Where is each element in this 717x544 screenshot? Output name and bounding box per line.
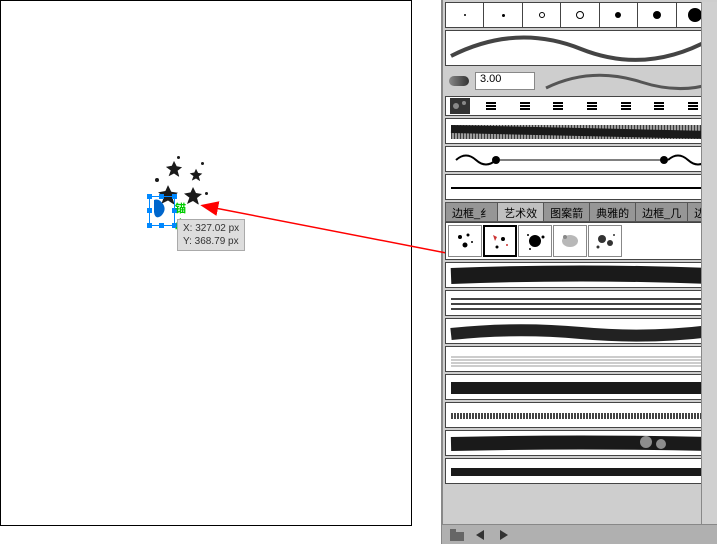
stroke-7[interactable] [445, 430, 715, 456]
next-icon[interactable] [498, 530, 508, 540]
splat-brush-row [445, 222, 715, 260]
tab-elegant[interactable]: 典雅的 [590, 203, 636, 221]
line-stroke[interactable] [445, 174, 715, 200]
scrollbar[interactable] [701, 2, 717, 544]
brush-size-row: 3.00 [445, 68, 715, 94]
folder-icon[interactable] [450, 529, 464, 541]
tab-border-2[interactable]: 边框_几 [636, 203, 688, 221]
splat-brush-5[interactable] [588, 225, 622, 257]
stroke-8[interactable] [445, 458, 715, 484]
stroke-5[interactable] [445, 374, 715, 400]
tab-artistic[interactable]: 艺术效 [498, 203, 544, 221]
dot-brushes-row [445, 2, 715, 28]
ornament-stroke[interactable] [445, 146, 715, 172]
prev-icon[interactable] [476, 530, 486, 540]
splat-brush-4[interactable] [553, 225, 587, 257]
splat-brush-1[interactable] [448, 225, 482, 257]
stroke-6[interactable] [445, 402, 715, 428]
tab-border-1[interactable]: 边框_纟 [446, 203, 498, 221]
splat-brush-3[interactable] [518, 225, 552, 257]
canvas-area[interactable]: 锚点 X: 327.02 px Y: 368.79 px [0, 0, 442, 544]
dot-brush-1[interactable] [446, 3, 484, 27]
dot-brush-5[interactable] [600, 3, 638, 27]
tooltip-y: Y: 368.79 px [183, 235, 239, 248]
grunge-stroke[interactable] [445, 118, 715, 144]
stroke-2[interactable] [445, 290, 715, 316]
tooltip-x: X: 327.02 px [183, 222, 239, 235]
stroke-4[interactable] [445, 346, 715, 372]
dot-brush-2[interactable] [484, 3, 522, 27]
stroke-3[interactable] [445, 318, 715, 344]
pattern-row[interactable] [445, 96, 715, 116]
brush-tip-icon [449, 76, 469, 86]
brushes-panel: 3.00 [442, 0, 717, 544]
dot-brush-3[interactable] [523, 3, 561, 27]
brush-size-input[interactable]: 3.00 [475, 72, 535, 90]
brush-tabs: 边框_纟 艺术效 图案箭 典雅的 边框_几 边框_釒 [445, 202, 715, 222]
canvas[interactable]: 锚点 X: 327.02 px Y: 368.79 px [0, 0, 412, 526]
splat-brush-2[interactable] [483, 225, 517, 257]
tab-pattern-arrow[interactable]: 图案箭 [544, 203, 590, 221]
position-tooltip: X: 327.02 px Y: 368.79 px [177, 219, 245, 251]
dot-brush-4[interactable] [561, 3, 599, 27]
stroke-1[interactable] [445, 262, 715, 288]
wave-brush[interactable] [445, 30, 715, 66]
dot-brush-6[interactable] [638, 3, 676, 27]
brush-preview [541, 70, 711, 92]
nav-bar [442, 524, 717, 544]
